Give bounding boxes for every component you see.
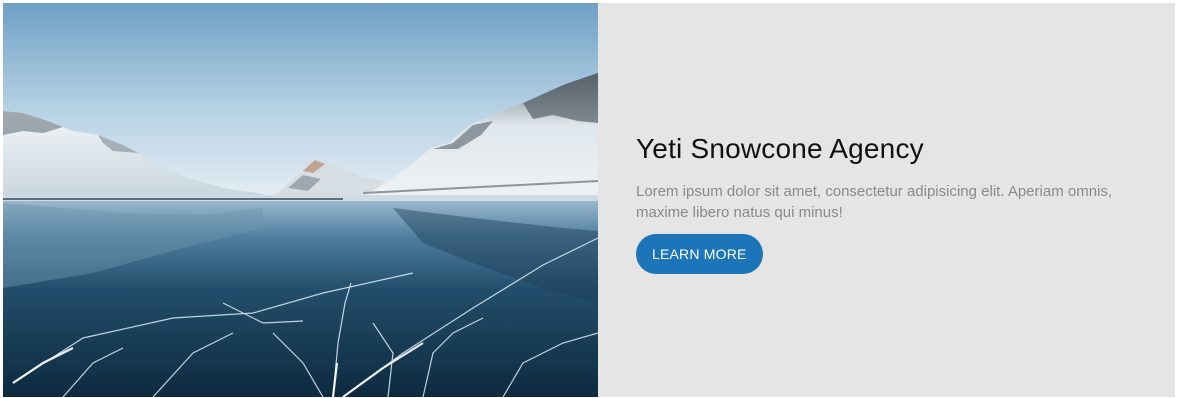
learn-more-button[interactable]: LEARN MORE [636, 234, 763, 274]
hero-description: Lorem ipsum dolor sit amet, consectetur … [636, 183, 1113, 221]
hero-section: Yeti Snowcone Agency Lorem ipsum dolor s… [3, 3, 1175, 397]
hero-content: Yeti Snowcone Agency Lorem ipsum dolor s… [636, 131, 1156, 274]
hero-text-panel: Yeti Snowcone Agency Lorem ipsum dolor s… [598, 3, 1175, 397]
frozen-lake-photo [3, 3, 598, 397]
hero-image [3, 3, 598, 397]
hero-title: Yeti Snowcone Agency [636, 133, 924, 164]
